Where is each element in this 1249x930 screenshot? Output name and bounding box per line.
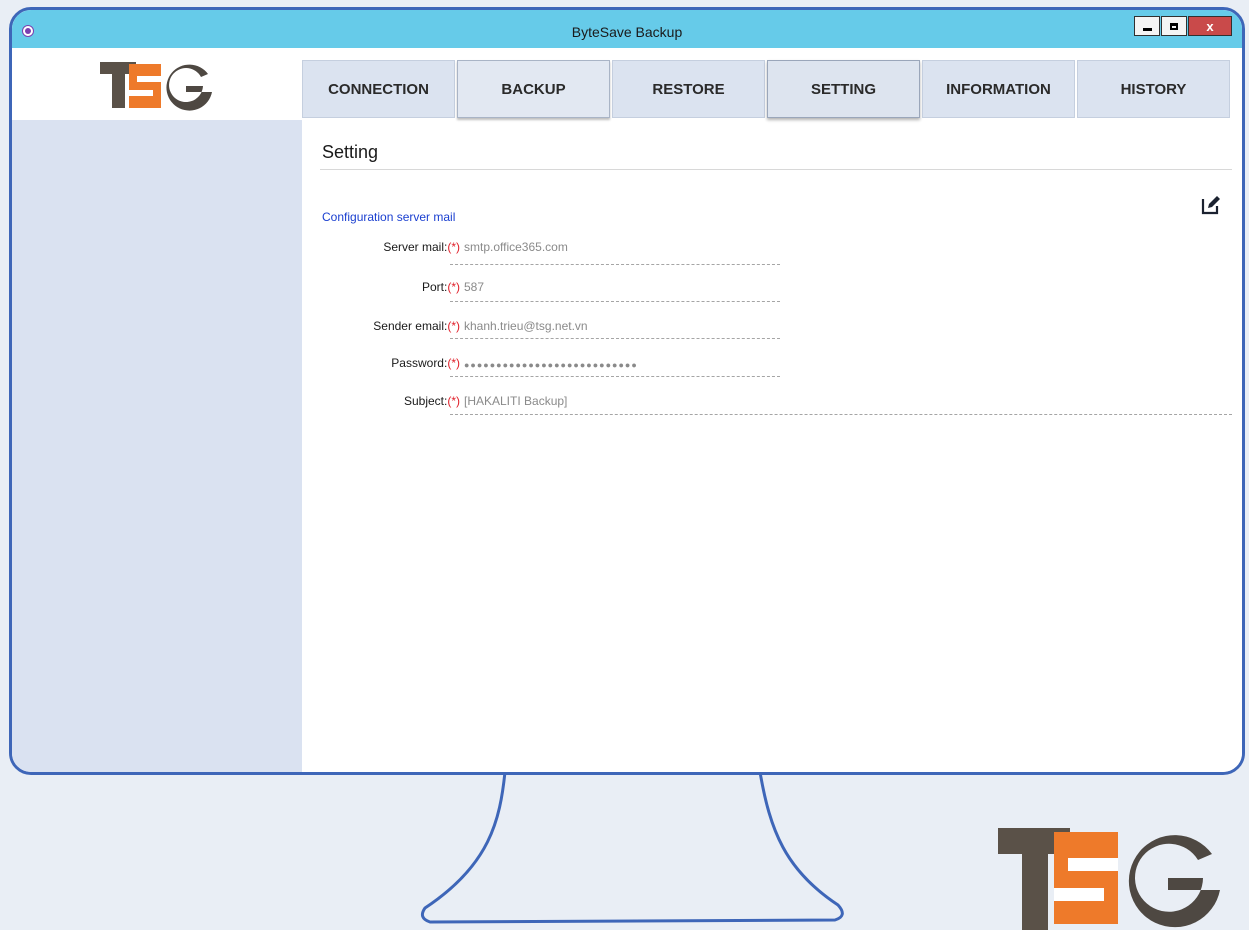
sender-email-label-row: Sender email:(*) (302, 319, 460, 337)
edit-pencil-icon[interactable] (1200, 194, 1222, 216)
minimize-icon (1142, 27, 1152, 31)
logo-letter-g (166, 64, 212, 111)
corner-logo-tsg (998, 828, 1220, 930)
server-mail-label: Server mail:(*) (383, 240, 460, 254)
sender-email-field[interactable]: khanh.trieu@tsg.net.vn (464, 319, 588, 333)
close-button[interactable]: x (1188, 16, 1232, 36)
tab-history[interactable]: HISTORY (1077, 60, 1230, 118)
tab-label: INFORMATION (946, 80, 1051, 98)
sidebar (12, 48, 302, 772)
subject-label: Subject:(*) (403, 394, 460, 408)
tab-label: RESTORE (652, 80, 725, 98)
window-title: ByteSave Backup (571, 24, 683, 40)
subject-label-row: Subject:(*) (302, 394, 460, 412)
sender-email-label: Sender email:(*) (373, 319, 460, 333)
logo-letter-s (1054, 832, 1118, 924)
page-title: Setting (322, 142, 379, 162)
sidebar-logo-area (12, 48, 302, 120)
server-mail-field[interactable]: smtp.office365.com (464, 240, 568, 254)
tab-label: SETTING (810, 80, 876, 98)
port-label-row: Port:(*) (302, 280, 460, 298)
server-mail-label-row: Server mail:(*) (302, 240, 460, 258)
tab-label: HISTORY (1120, 80, 1187, 98)
required-marker: (*) (447, 356, 460, 370)
subject-field[interactable]: [HAKALITI Backup] (464, 394, 567, 408)
tab-setting[interactable]: SETTING (767, 60, 920, 118)
server-mail-underline (450, 264, 780, 265)
close-icon: x (1206, 18, 1214, 34)
logo-letter-g (1128, 835, 1220, 928)
configuration-server-mail-link[interactable]: Configuration server mail (322, 210, 455, 224)
tab-label: BACKUP (501, 80, 566, 98)
subject-underline (450, 414, 1232, 415)
tab-restore[interactable]: RESTORE (612, 60, 765, 118)
main-panel: CONNECTION BACKUP RESTORE SETTING INFORM… (302, 48, 1242, 772)
window-controls: x (1133, 16, 1232, 36)
port-label: Port:(*) (421, 280, 460, 294)
password-underline (450, 376, 780, 377)
port-underline (450, 301, 780, 302)
tab-information[interactable]: INFORMATION (922, 60, 1075, 118)
tab-label: CONNECTION (328, 80, 429, 98)
tab-backup[interactable]: BACKUP (457, 60, 610, 118)
header-logo-tsg (100, 62, 212, 111)
required-marker: (*) (447, 280, 460, 294)
password-label: Password:(*) (391, 356, 460, 370)
title-bar[interactable]: ByteSave Backup x (12, 10, 1242, 48)
port-field[interactable]: 587 (464, 280, 484, 294)
required-marker: (*) (447, 319, 460, 333)
tab-bar: CONNECTION BACKUP RESTORE SETTING INFORM… (302, 60, 1232, 118)
app-window: ByteSave Backup x CONNECTION BACKUP REST… (9, 7, 1245, 775)
required-marker: (*) (447, 394, 460, 408)
password-label-row: Password:(*) (302, 356, 460, 374)
maximize-icon (1170, 22, 1178, 30)
required-marker: (*) (447, 240, 460, 254)
title-divider (320, 169, 1232, 170)
tab-connection[interactable]: CONNECTION (302, 60, 455, 118)
logo-letter-s (129, 64, 161, 108)
minimize-button[interactable] (1134, 16, 1160, 36)
sender-email-underline (450, 338, 780, 339)
maximize-button[interactable] (1161, 16, 1187, 36)
password-field[interactable]: ●●●●●●●●●●●●●●●●●●●●●●●●●●● (464, 356, 638, 374)
